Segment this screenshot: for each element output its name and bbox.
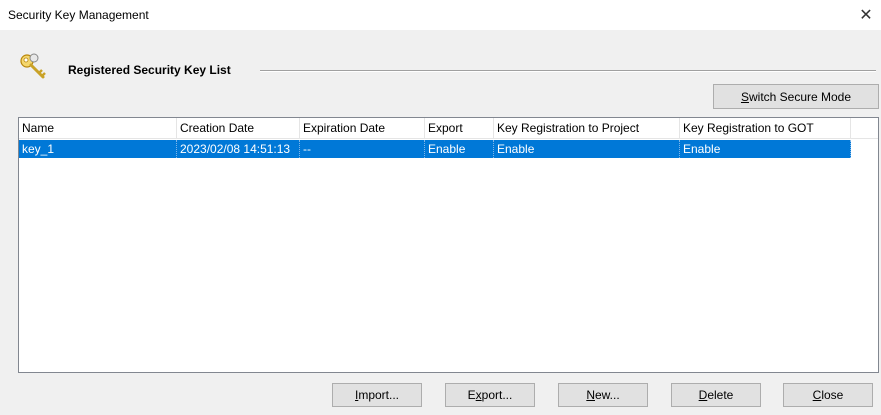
new-mnemonic: N — [586, 388, 595, 402]
import-label: mport... — [358, 388, 400, 402]
column-header-key-registration-project[interactable]: Key Registration to Project — [494, 118, 680, 139]
column-header-export[interactable]: Export — [425, 118, 494, 139]
column-header-name[interactable]: Name — [19, 118, 177, 139]
table-row[interactable]: key_1 2023/02/08 14:51:13 -- Enable Enab… — [19, 140, 851, 158]
cell-key-registration-got: Enable — [680, 140, 851, 158]
close-mnemonic: C — [812, 388, 822, 402]
cell-name: key_1 — [19, 140, 177, 158]
import-button[interactable]: Import... — [332, 383, 422, 407]
switch-secure-mode-button[interactable]: Switch Secure Mode — [713, 84, 879, 109]
cell-expiration-date: -- — [300, 140, 425, 158]
dialog-body: Registered Security Key List Switch Secu… — [8, 40, 881, 415]
export-label: port... — [481, 388, 513, 402]
cell-key-registration-project: Enable — [494, 140, 680, 158]
key-icon — [20, 53, 46, 79]
new-label: ew... — [594, 388, 620, 402]
new-button[interactable]: New... — [558, 383, 648, 407]
delete-button[interactable]: Delete — [671, 383, 761, 407]
switch-mnemonic: S — [740, 89, 749, 104]
column-header-expiration-date[interactable]: Expiration Date — [300, 118, 425, 139]
list-header: Name Creation Date Expiration Date Expor… — [19, 118, 878, 139]
security-key-list[interactable]: Name Creation Date Expiration Date Expor… — [18, 117, 879, 373]
cell-export: Enable — [425, 140, 494, 158]
window-title: Security Key Management — [8, 8, 149, 22]
title-bar: Security Key Management ✕ — [0, 0, 881, 30]
close-icon[interactable]: ✕ — [851, 0, 881, 30]
section-title: Registered Security Key List — [68, 63, 231, 77]
cell-creation-date: 2023/02/08 14:51:13 — [177, 140, 300, 158]
export-button[interactable]: Ex port... — [445, 383, 535, 407]
close-label: lose — [821, 388, 844, 402]
switch-label: witch Secure Mode — [748, 89, 852, 104]
column-header-creation-date[interactable]: Creation Date — [177, 118, 300, 139]
export-label-prefix: E — [467, 388, 476, 402]
security-key-management-dialog: Security Key Management ✕ Registered Sec… — [0, 0, 881, 415]
delete-mnemonic: D — [698, 388, 708, 402]
close-button[interactable]: Close — [783, 383, 873, 407]
column-header-key-registration-got[interactable]: Key Registration to GOT — [680, 118, 851, 139]
delete-label: elete — [707, 388, 734, 402]
section-divider — [260, 70, 876, 72]
